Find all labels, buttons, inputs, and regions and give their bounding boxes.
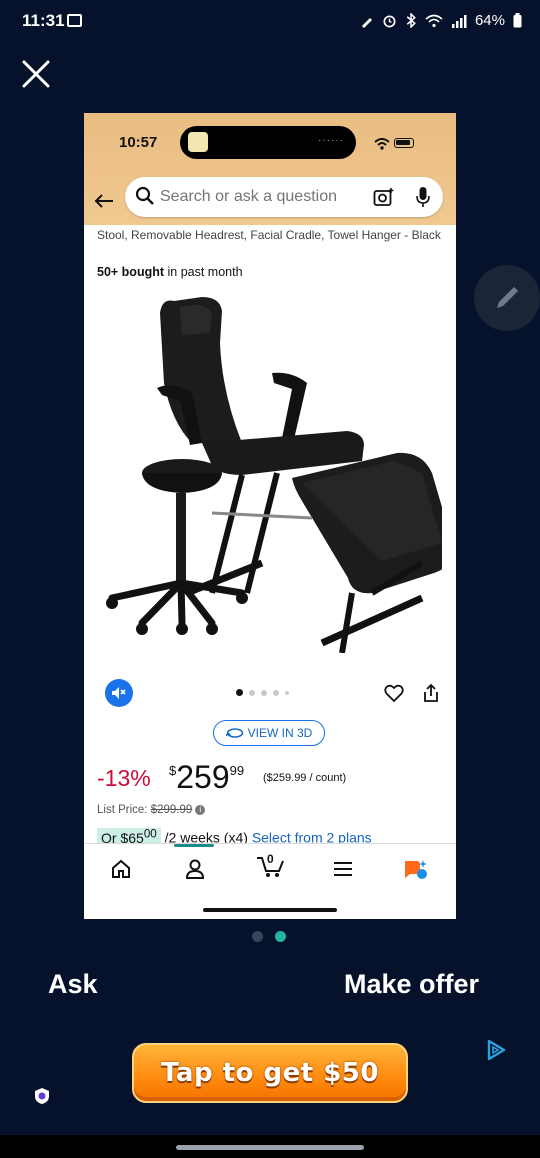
rotate-3d-icon (225, 728, 243, 738)
pencil-icon (497, 286, 519, 308)
search-icon (135, 186, 154, 205)
list-price: List Price: $299.99 i (97, 804, 206, 816)
heart-icon[interactable] (384, 683, 404, 703)
bought-in-past-month: 50+ bought in past month (97, 265, 243, 279)
rufus-assistant-icon[interactable] (402, 858, 428, 882)
product-image[interactable] (102, 293, 442, 653)
carousel-dot[interactable] (285, 690, 289, 695)
carousel-dot[interactable] (261, 689, 267, 696)
inner-wifi-icon (374, 137, 390, 153)
screenshot-pager-dots (252, 931, 286, 942)
pager-dot[interactable] (252, 931, 263, 942)
battery-icon (513, 13, 522, 28)
status-icons: 64% (360, 12, 522, 29)
inner-battery-icon (394, 138, 414, 148)
search-input[interactable] (160, 188, 350, 206)
bluetooth-icon (406, 13, 416, 28)
battery-percent: 64% (474, 12, 505, 29)
nav-active-indicator (174, 844, 214, 847)
app-icon (188, 132, 208, 152)
image-carousel-dots (236, 689, 289, 696)
cart-icon (257, 857, 284, 877)
adchoices-icon[interactable] (484, 1038, 508, 1062)
shield-icon (35, 1088, 49, 1104)
menu-icon[interactable] (332, 858, 354, 880)
back-arrow-icon[interactable] (94, 189, 114, 215)
alarm-icon (383, 15, 396, 28)
product-title[interactable]: Stool, Removable Headrest, Facial Cradle… (97, 227, 447, 243)
ad-text: Tap to get $50 (161, 1058, 379, 1088)
price-currency: $ (169, 763, 177, 778)
unit-price: ($259.99 / count) (263, 772, 347, 784)
pen-icon (361, 17, 372, 28)
list-price-label: List Price: (97, 804, 151, 816)
ask-button[interactable]: Ask (48, 969, 98, 1000)
camera-search-icon[interactable] (373, 187, 395, 207)
pager-dot[interactable] (275, 931, 286, 942)
wifi-icon (425, 14, 443, 27)
carousel-dot[interactable] (249, 689, 255, 696)
carousel-dot[interactable] (273, 689, 279, 696)
close-icon[interactable] (20, 58, 52, 90)
view-in-3d-label: VIEW IN 3D (247, 726, 313, 740)
price-whole: 259 (176, 759, 230, 795)
product-screenshot: 10:57 ······ Stool, Removable Headrest, … (84, 113, 456, 919)
make-offer-button[interactable]: Make offer (344, 969, 479, 1000)
home-indicator (203, 908, 337, 912)
price-fraction: 99 (229, 763, 245, 778)
activity-dots: ······ (318, 135, 344, 146)
mute-button[interactable] (105, 679, 133, 707)
bottom-navigation: 0 (84, 843, 456, 919)
bought-count: 50+ bought (97, 265, 165, 279)
home-icon[interactable] (110, 858, 132, 880)
carousel-dot[interactable] (236, 689, 243, 696)
status-time: 11:31 (22, 11, 65, 30)
edit-button[interactable] (474, 265, 540, 331)
microphone-icon[interactable] (415, 186, 431, 208)
view-in-3d-button[interactable]: VIEW IN 3D (213, 720, 325, 746)
account-icon[interactable] (184, 858, 206, 880)
share-icon[interactable] (422, 683, 440, 703)
list-price-value: $299.99 (150, 804, 193, 816)
search-bar[interactable] (125, 177, 443, 217)
price: $25999 (169, 759, 244, 796)
discount-percent: -13% (97, 765, 151, 791)
speaker-mute-icon (112, 687, 126, 699)
dynamic-island: ······ (180, 126, 356, 159)
signal-icon (451, 14, 467, 28)
info-icon[interactable]: i (195, 804, 206, 815)
inner-status-time: 10:57 (119, 134, 158, 151)
bought-suffix: in past month (164, 265, 243, 279)
cart-button[interactable]: 0 (256, 852, 286, 878)
ad-banner[interactable]: Tap to get $50 (132, 1043, 408, 1103)
gesture-handle[interactable] (176, 1145, 364, 1150)
gallery-notification-icon (67, 14, 82, 27)
installment-cents: 00 (143, 827, 157, 840)
